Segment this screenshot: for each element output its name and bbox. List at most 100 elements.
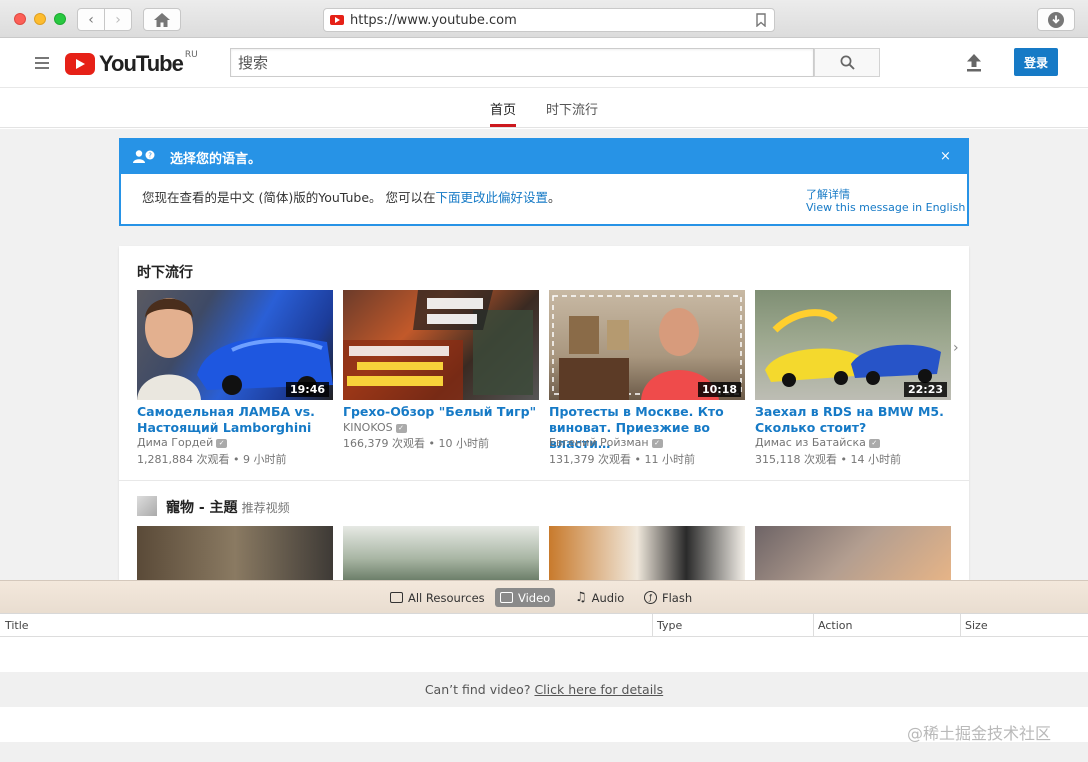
film-review-thumbnail-art: [343, 290, 533, 400]
video-thumbnail[interactable]: 22:23: [755, 290, 951, 400]
channel-name[interactable]: KINOKOS ✓: [343, 421, 407, 434]
video-duration: 10:18: [697, 382, 741, 397]
video-thumbnail[interactable]: [137, 526, 333, 580]
video-title-link[interactable]: Самодельная ЛАМБА vs. Настоящий Lamborgh…: [137, 404, 337, 436]
login-button[interactable]: 登录: [1014, 48, 1058, 76]
help-message: Can’t find video? Click here for details: [0, 682, 1088, 697]
filter-video[interactable]: Video: [495, 588, 556, 607]
close-banner-button[interactable]: ×: [940, 149, 951, 164]
logo-text: YouTube: [99, 51, 184, 76]
minimize-window-button[interactable]: [34, 13, 46, 25]
upload-age: 11 小时前: [644, 453, 695, 466]
help-details-link[interactable]: Click here for details: [534, 682, 663, 697]
active-tab-indicator: [490, 124, 516, 127]
feed-tabs: [0, 88, 1088, 128]
learn-more-link[interactable]: 了解详情: [806, 186, 850, 202]
music-note-icon: ♫: [575, 590, 587, 605]
downloads-button[interactable]: [1037, 8, 1075, 31]
chevron-left-icon: ‹: [88, 11, 94, 28]
video-meta: 315,118 次观看 • 14 小时前: [755, 453, 901, 466]
verified-icon: ✓: [868, 438, 880, 448]
view-count: 1,281,884 次观看: [137, 453, 230, 466]
change-preference-link[interactable]: 下面更改此偏好设置: [436, 190, 549, 205]
verified-icon: ✓: [651, 438, 663, 448]
column-separator: [813, 614, 814, 637]
verified-icon: ✓: [395, 423, 407, 433]
tab-home[interactable]: 首页: [490, 99, 516, 118]
view-count: 131,379 次观看: [549, 453, 631, 466]
upload-age: 14 小时前: [850, 453, 901, 466]
youtube-logo[interactable]: YouTube RU: [65, 50, 198, 77]
pets-section-title[interactable]: 寵物 - 主題 推荐视频: [166, 497, 290, 517]
channel-name[interactable]: Евгений Ройзман ✓: [549, 436, 663, 449]
menu-icon[interactable]: [35, 57, 49, 72]
upload-age: 9 小时前: [242, 453, 287, 466]
view-in-english-link[interactable]: View this message in English: [806, 201, 965, 214]
column-type[interactable]: Type: [657, 619, 682, 632]
tab-trending[interactable]: 时下流行: [546, 99, 598, 118]
banner-message-suffix: 。: [548, 190, 561, 205]
close-window-button[interactable]: [14, 13, 26, 25]
video-thumbnail[interactable]: [343, 526, 539, 580]
upload-icon[interactable]: [965, 53, 983, 73]
zoom-window-button[interactable]: [54, 13, 66, 25]
forward-button[interactable]: ›: [104, 8, 132, 31]
video-thumbnail[interactable]: 10:18: [549, 290, 745, 400]
channel-label: Димас из Батайска: [755, 436, 866, 449]
video-meta: 131,379 次观看 • 11 小时前: [549, 453, 695, 466]
home-icon: [154, 12, 170, 27]
column-size[interactable]: Size: [965, 619, 988, 632]
channel-label: KINOKOS: [343, 421, 393, 434]
search-icon: [840, 55, 855, 70]
back-button[interactable]: ‹: [77, 8, 105, 31]
url-text: https://www.youtube.com: [350, 12, 517, 28]
all-resources-icon: [390, 592, 403, 603]
channel-label: Дима Гордей: [137, 436, 214, 449]
address-bar[interactable]: https://www.youtube.com: [323, 8, 775, 32]
filter-all-resources[interactable]: All Resources: [385, 588, 490, 607]
flash-icon: ƒ: [644, 591, 657, 604]
video-title-link[interactable]: Заехал в RDS на BMW M5. Сколько стоит?: [755, 404, 955, 436]
pets-channel-avatar[interactable]: [137, 496, 157, 516]
search-placeholder: 搜索: [238, 54, 269, 72]
search-input[interactable]: 搜索: [230, 48, 814, 77]
language-people-icon: ?: [133, 150, 155, 163]
video-duration: 22:23: [903, 382, 947, 397]
video-icon: [500, 592, 513, 603]
video-thumbnail[interactable]: [549, 526, 745, 580]
filter-label: All Resources: [408, 590, 485, 605]
resource-table-header: [0, 614, 1088, 637]
watermark: @稀土掘金技术社区: [907, 724, 1052, 743]
column-action[interactable]: Action: [818, 619, 852, 632]
upload-age: 10 小时前: [438, 437, 489, 450]
section-divider: [119, 480, 969, 481]
chevron-right-icon: ›: [115, 11, 121, 28]
channel-name[interactable]: Димас из Батайска ✓: [755, 436, 880, 449]
filter-label: Flash: [662, 590, 693, 605]
help-prefix: Can’t find video?: [424, 682, 535, 697]
filter-label: Video: [518, 590, 551, 605]
download-circle-icon: [1048, 11, 1064, 28]
shelf-next-arrow-icon[interactable]: ›: [953, 340, 959, 356]
channel-label: Евгений Ройзман: [549, 436, 649, 449]
video-thumbnail[interactable]: [343, 290, 539, 400]
video-thumbnail[interactable]: [755, 526, 951, 580]
language-banner-title: 选择您的语言。: [170, 152, 262, 167]
video-title-link[interactable]: Грехо-Обзор "Белый Тигр": [343, 404, 543, 420]
logo-region: RU: [184, 50, 198, 60]
youtube-play-icon: [65, 53, 95, 75]
filter-flash[interactable]: ƒ Flash: [639, 588, 697, 607]
bookmark-icon[interactable]: [756, 13, 766, 27]
video-duration: 19:46: [285, 382, 329, 397]
video-thumbnail[interactable]: 19:46: [137, 290, 333, 400]
youtube-favicon-icon: [330, 15, 344, 25]
view-count: 315,118 次观看: [755, 453, 837, 466]
trending-title[interactable]: 时下流行: [137, 262, 193, 282]
filter-audio[interactable]: ♫ Audio: [570, 588, 629, 607]
home-button[interactable]: [143, 8, 181, 31]
channel-name[interactable]: Дима Гордей ✓: [137, 436, 228, 449]
column-title[interactable]: Title: [5, 619, 29, 632]
search-button[interactable]: [814, 48, 880, 77]
filter-label: Audio: [591, 590, 625, 605]
verified-icon: ✓: [216, 438, 228, 448]
